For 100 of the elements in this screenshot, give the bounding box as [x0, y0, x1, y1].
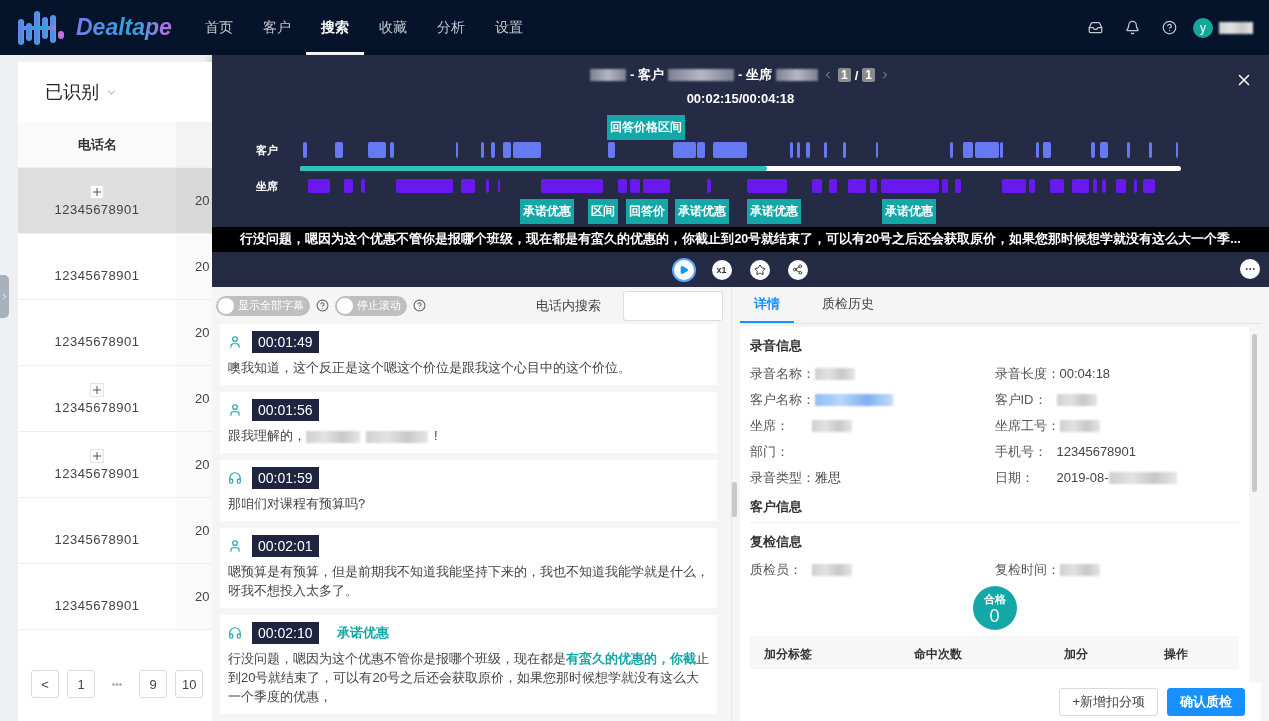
table-row[interactable]: 12345678901 20 [18, 498, 212, 564]
share-icon[interactable] [792, 264, 803, 275]
blurred-text [815, 367, 855, 380]
field-value: 2019-08- [1056, 470, 1109, 485]
timestamp[interactable]: 00:02:01 [252, 535, 319, 557]
page-number: 1 [837, 68, 851, 82]
field-label: 录音长度： [994, 364, 1060, 383]
field-label: 坐席： [750, 416, 790, 435]
help-icon[interactable] [1162, 20, 1177, 35]
nav-tab[interactable]: 收藏 [363, 0, 422, 55]
transcript-tag: 承诺优惠 [336, 624, 389, 642]
agent-label: - 坐席 [738, 66, 772, 84]
inbox-icon[interactable] [1088, 20, 1103, 35]
search-field[interactable] [623, 290, 723, 321]
user-icon [228, 335, 242, 349]
column-header: 命中次数 [914, 646, 963, 663]
page-button[interactable]: 1 [67, 670, 95, 698]
timestamp[interactable]: 00:01:59 [252, 467, 319, 489]
help-icon[interactable] [316, 299, 329, 312]
blurred-text [1056, 393, 1097, 406]
page-button[interactable]: < [31, 670, 59, 698]
filter-dropdown[interactable]: 已识别 [45, 80, 99, 104]
blurred-text [812, 419, 852, 432]
table-cell[interactable]: 12345678901 [18, 564, 176, 629]
table-cell: 20 [176, 300, 212, 365]
bell-icon[interactable] [1125, 20, 1140, 35]
table-row[interactable]: 12345678901 20 [18, 234, 212, 300]
table-row[interactable]: 12345678901 20 [18, 300, 212, 366]
field-value: 12345678901 [1056, 444, 1137, 459]
timestamp[interactable]: 00:02:10 [252, 622, 319, 644]
table-row[interactable]: 12345678901 20 [18, 432, 212, 498]
field-label: 手机号： [994, 442, 1048, 461]
table-cell: 20 [176, 498, 212, 563]
progress-track[interactable] [300, 165, 1181, 171]
subtitle-text: 行没问题，嗯因为这个优惠不管你是报哪个班级，现在都是有蛮久的优惠的，你截止到20号就结束了，可以有20号之后还会获取原价，如果您那时候想学就没有这么大一个季... [212, 227, 1269, 252]
blurred-text [1108, 471, 1177, 484]
tab[interactable]: 质检历史 [808, 287, 888, 323]
table-cell: 20 [176, 168, 212, 233]
table-cell[interactable]: 12345678901 [18, 168, 176, 233]
table-cell[interactable]: 12345678901 [18, 498, 176, 563]
blurred-text [775, 69, 818, 81]
field-label: 复检时间： [994, 560, 1060, 579]
field-label: 客户名称： [750, 390, 815, 409]
nav-tab[interactable]: 设置 [479, 0, 538, 55]
transcript-text: 噢我知道，这个反正是这个嗯这个价位是跟我这个心目中的这个价位。 [228, 359, 632, 377]
nav-tab[interactable]: 分析 [421, 0, 480, 55]
playback-time: 00:02:15/00:04:18 [685, 91, 796, 108]
field-value: 00:04:18 [1059, 366, 1111, 381]
scrollbar[interactable] [1252, 334, 1257, 492]
page-total: 1 [862, 68, 875, 82]
page-separator: / [854, 67, 859, 83]
section-title: 录音信息 [750, 337, 803, 355]
table-row[interactable]: 12345678901 20 [18, 366, 212, 432]
timestamp[interactable]: 00:01:49 [252, 331, 319, 353]
timestamp[interactable]: 00:01:56 [252, 399, 319, 421]
track-label: 客户 [255, 142, 279, 158]
section-title: 客户信息 [750, 498, 803, 516]
logo-text: Dealtape [76, 14, 172, 41]
expand-handle[interactable] [0, 275, 9, 318]
field-value: 雅思 [815, 468, 841, 487]
field-label: 录音类型： [750, 468, 815, 487]
speed-button[interactable]: x1 [711, 259, 732, 280]
field-label: 日期： [994, 468, 1035, 487]
field-label: 录音名称： [750, 364, 815, 383]
add-button[interactable]: +新增扣分项 [1059, 688, 1158, 716]
field-label: 部门： [750, 442, 790, 461]
field-label: 坐席工号： [994, 416, 1060, 435]
table-cell: 20 [176, 234, 212, 299]
scrollbar[interactable] [732, 482, 737, 517]
share-button[interactable] [787, 259, 808, 280]
transcript-text: 跟我理解的， ! [228, 427, 439, 445]
table-cell[interactable]: 12345678901 [18, 234, 176, 299]
table-cell[interactable]: 12345678901 [18, 432, 176, 497]
search-label: 电话内搜索 [536, 296, 601, 315]
section-title: 复检信息 [750, 522, 1239, 557]
table-row[interactable]: 12345678901 20 [18, 168, 212, 234]
user-icon [228, 539, 242, 553]
score-badge: 合格 0 [972, 586, 1017, 630]
page-button[interactable]: 10 [175, 670, 204, 698]
nav-tab[interactable]: 客户 [247, 0, 306, 55]
play-button[interactable] [673, 259, 694, 280]
table-cell[interactable]: 12345678901 [18, 366, 176, 431]
column-header: 电话名 [18, 122, 176, 168]
headset-icon [228, 471, 242, 485]
help-icon[interactable] [413, 299, 426, 312]
table-cell[interactable]: 12345678901 [18, 300, 176, 365]
blurred-text [590, 69, 627, 81]
table-cell: 20 [176, 432, 212, 497]
table-cell: 20 [176, 564, 212, 629]
field-label: 质检员： [750, 560, 803, 579]
blurred-text [1219, 21, 1253, 34]
blurred-text [668, 69, 734, 81]
column-header: 加分标签 [764, 646, 813, 663]
page-button[interactable]: 9 [139, 670, 167, 698]
table-row[interactable]: 12345678901 20 [18, 564, 212, 630]
nav-tab[interactable]: 首页 [189, 0, 248, 55]
track-label: 坐席 [255, 178, 279, 194]
headset-icon [228, 626, 242, 640]
column-header: 操作 [1164, 646, 1189, 663]
user-icon [228, 403, 242, 417]
